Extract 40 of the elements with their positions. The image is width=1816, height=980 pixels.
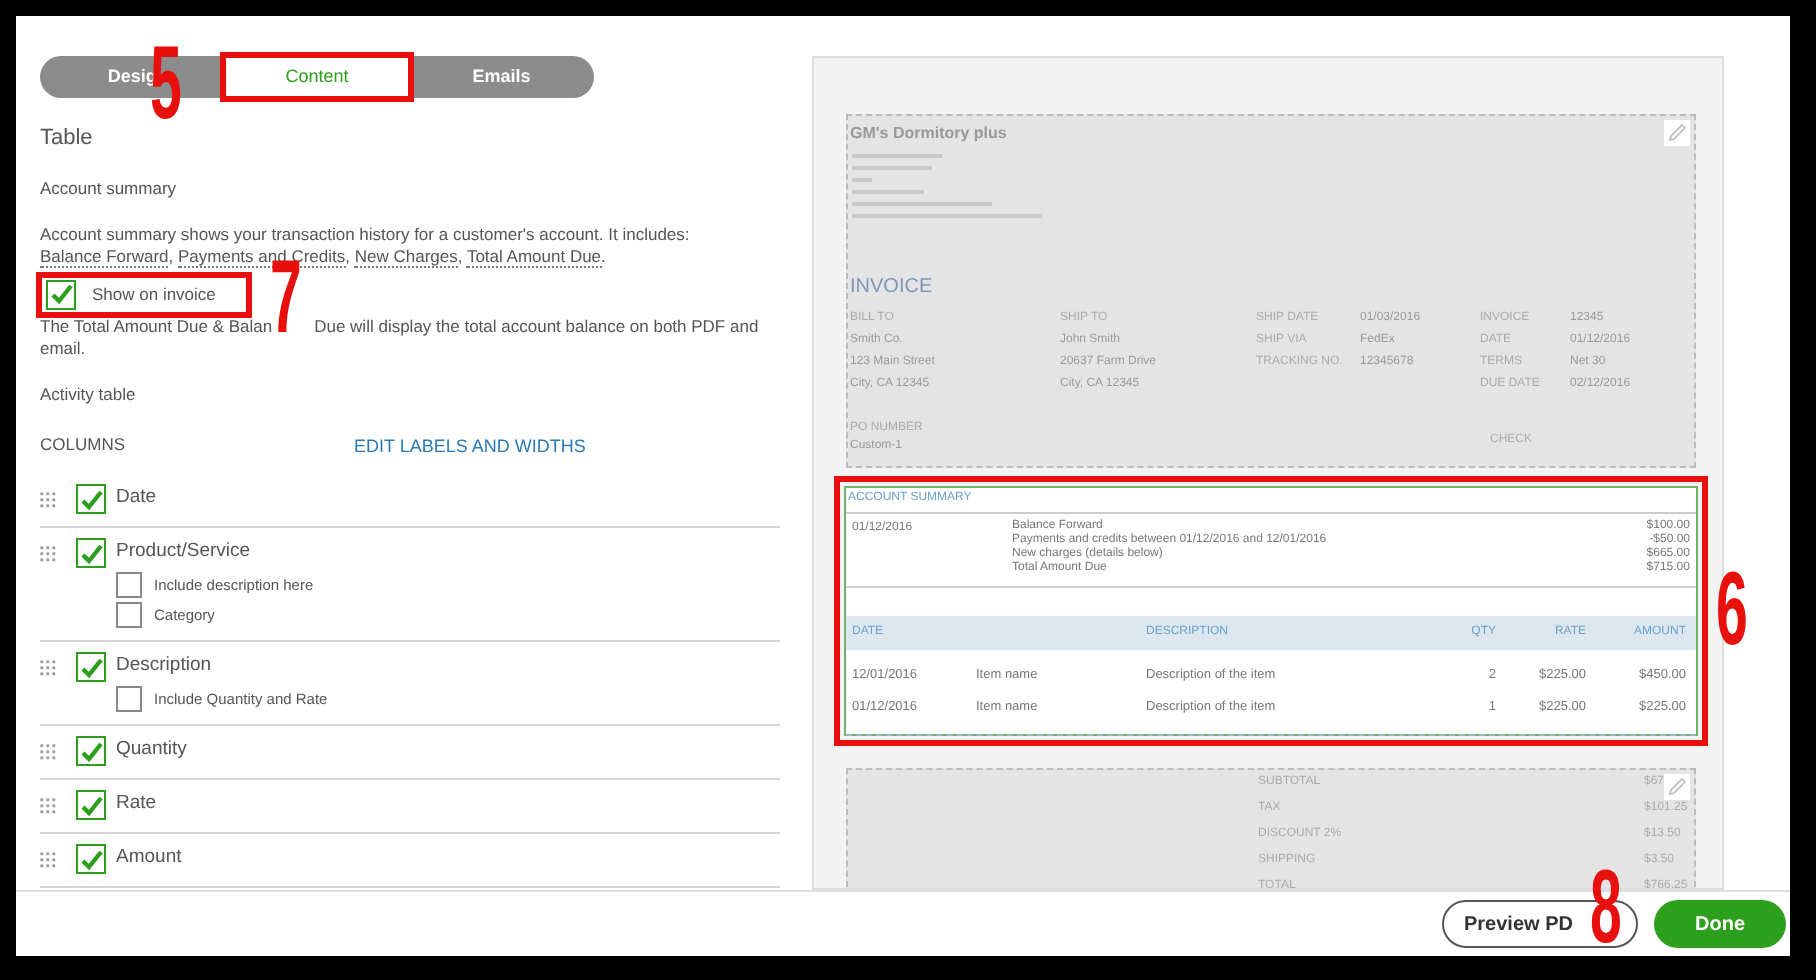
term-link[interactable]: Total Amount Due <box>466 245 602 267</box>
checkbox[interactable] <box>116 572 142 598</box>
checkbox[interactable] <box>76 538 106 568</box>
company-name: GM's Dormitory plus <box>850 122 1007 146</box>
note-text: email. <box>40 337 88 359</box>
edit-labels-link[interactable]: EDIT LABELS AND WIDTHS <box>354 433 586 460</box>
checkbox-label: Show on invoice <box>92 283 216 305</box>
note-text: The Total Amount Due & Balan <box>40 315 273 337</box>
edit-icon[interactable] <box>1664 774 1690 800</box>
checkbox[interactable] <box>76 844 106 874</box>
term-link[interactable]: Balance Forward <box>40 245 169 267</box>
drag-handle-icon[interactable] <box>40 491 58 507</box>
checkbox[interactable] <box>46 279 76 309</box>
checkbox[interactable] <box>76 652 106 682</box>
checkbox-row[interactable]: Show on invoice <box>40 275 248 313</box>
drag-handle-icon[interactable] <box>40 797 58 813</box>
column-label: Description <box>116 652 212 681</box>
annotation-number: 6 <box>1716 572 1748 648</box>
subsection-heading: Account summary <box>40 177 179 199</box>
column-label: Quantity <box>116 736 187 765</box>
drag-handle-icon[interactable] <box>40 743 58 759</box>
invoice-title: INVOICE <box>850 274 933 302</box>
columns-label: COLUMNS <box>40 433 128 457</box>
column-label: Product/Service <box>116 538 251 567</box>
column-label: Date <box>116 484 157 513</box>
column-label: Amount <box>116 844 182 873</box>
checkbox[interactable] <box>116 602 142 628</box>
edit-icon[interactable] <box>1664 120 1690 146</box>
checkbox[interactable] <box>76 484 106 514</box>
drag-handle-icon[interactable] <box>40 659 58 675</box>
column-label: Rate <box>116 790 157 819</box>
term-link[interactable]: New Charges <box>354 245 458 267</box>
checkbox[interactable] <box>116 686 142 712</box>
note-text: Due will display the total account balance on both PDF and <box>314 315 759 337</box>
checkbox[interactable] <box>76 736 106 766</box>
drag-handle-icon[interactable] <box>40 545 58 561</box>
section-heading: Table <box>40 124 95 154</box>
drag-handle-icon[interactable] <box>40 851 58 867</box>
checkbox[interactable] <box>76 790 106 820</box>
subsection-heading: Activity table <box>40 383 138 405</box>
